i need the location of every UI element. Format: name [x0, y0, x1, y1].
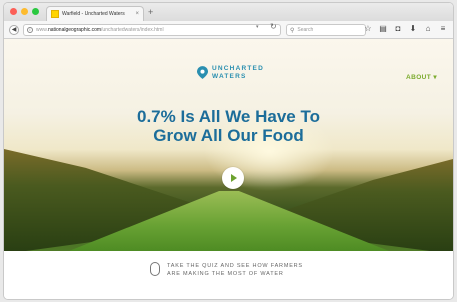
url-text: www.nationalgeographic.com/unchartedwate… — [36, 27, 164, 33]
star-icon[interactable]: ☆ — [364, 24, 372, 34]
quiz-line-1: TAKE THE QUIZ AND SEE HOW FARMERS — [167, 263, 303, 269]
headline-line-1: 0.7% Is All We Have To — [137, 107, 320, 126]
minimize-window-button[interactable] — [21, 8, 28, 15]
headline-line-2: Grow All Our Food — [153, 126, 304, 145]
menu-icon[interactable]: ≡ — [439, 24, 447, 34]
search-input[interactable]: ⚲ Search — [286, 24, 366, 36]
reload-icon[interactable]: ↻ — [270, 22, 277, 31]
browser-window: Warfield - Uncharted Waters × + ◀ i www.… — [3, 2, 454, 300]
search-icon: ⚲ — [290, 27, 295, 34]
tab-title: Warfield - Uncharted Waters — [62, 11, 125, 17]
quiz-icon — [150, 262, 160, 276]
quiz-line-2: ARE MAKING THE MOST OF WATER — [167, 271, 284, 277]
play-video-button[interactable] — [222, 167, 244, 189]
window-controls — [10, 8, 39, 15]
navigation-toolbar: ◀ i www.nationalgeographic.com/uncharted… — [4, 21, 453, 39]
quiz-text: TAKE THE QUIZ AND SEE HOW FARMERS ARE MA… — [167, 262, 303, 278]
info-icon[interactable]: i — [27, 27, 33, 33]
new-tab-button[interactable]: + — [148, 7, 153, 17]
browser-tab[interactable]: Warfield - Uncharted Waters × — [46, 6, 144, 21]
play-icon — [231, 174, 237, 182]
quiz-banner[interactable]: TAKE THE QUIZ AND SEE HOW FARMERS ARE MA… — [4, 251, 453, 299]
natgeo-favicon-icon — [51, 10, 59, 18]
reading-list-icon[interactable]: ▤ — [379, 24, 387, 34]
logo-line-1: UNCHARTED — [212, 65, 264, 72]
search-placeholder: Search — [297, 27, 314, 33]
address-bar[interactable]: i www.nationalgeographic.com/unchartedwa… — [23, 24, 281, 36]
tab-close-icon[interactable]: × — [135, 11, 139, 17]
home-icon[interactable]: ⌂ — [424, 24, 432, 34]
close-window-button[interactable] — [10, 8, 17, 15]
download-icon[interactable]: ⬇ — [409, 24, 417, 34]
zoom-window-button[interactable] — [32, 8, 39, 15]
toolbar-icons: ☆ ▤ ◘ ⬇ ⌂ ≡ — [364, 24, 447, 34]
logo-text: UNCHARTED WATERS — [212, 65, 264, 80]
pocket-icon[interactable]: ◘ — [394, 24, 402, 34]
back-button[interactable]: ◀ — [9, 25, 19, 35]
about-menu[interactable]: ABOUT ▾ — [406, 73, 437, 81]
site-logo[interactable]: UNCHARTED WATERS — [197, 65, 264, 80]
url-dropdown-icon[interactable]: ▾ — [256, 24, 259, 30]
hero-section: UNCHARTED WATERS ABOUT ▾ 0.7% Is All We … — [4, 39, 453, 251]
water-drop-icon — [197, 66, 208, 79]
headline: 0.7% Is All We Have To Grow All Our Food — [4, 107, 453, 145]
title-bar: Warfield - Uncharted Waters × + — [4, 3, 453, 21]
logo-line-2: WATERS — [212, 72, 247, 80]
